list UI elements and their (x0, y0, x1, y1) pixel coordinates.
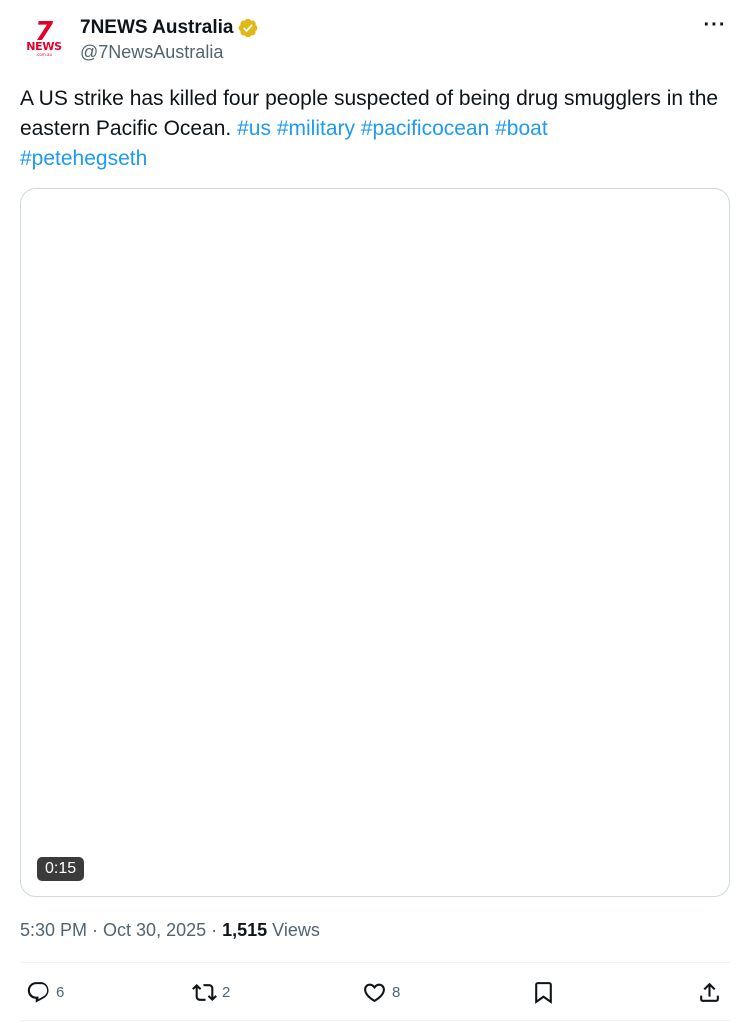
avatar-logo-domain: .com.au (35, 51, 53, 57)
repost-button[interactable]: 2 (192, 968, 230, 1016)
hashtag-military[interactable]: #military (277, 117, 355, 140)
like-count: 8 (392, 983, 401, 1001)
video-duration-badge: 0:15 (37, 857, 85, 881)
like-button[interactable]: 8 (362, 968, 400, 1016)
views-count: 1,515 (222, 919, 268, 940)
repost-count: 2 (222, 983, 231, 1001)
reply-icon (27, 981, 49, 1003)
avatar[interactable]: 7 NEWS .com.au (20, 14, 68, 62)
divider (20, 1020, 730, 1021)
views-label: Views (272, 919, 320, 940)
author-names: 7NEWS Australia @7NewsAustralia (80, 16, 259, 63)
repost-icon (192, 983, 217, 1001)
meta-separator: · (211, 919, 218, 940)
bookmark-button[interactable] (531, 968, 556, 1016)
verified-badge-icon[interactable] (237, 17, 259, 39)
hashtag-petehegseth[interactable]: #petehegseth (20, 147, 147, 170)
hashtag-us[interactable]: #us (237, 117, 271, 140)
hashtag-boat[interactable]: #boat (495, 117, 548, 140)
bookmark-icon (535, 981, 552, 1004)
share-button[interactable] (697, 968, 722, 1016)
reply-button[interactable]: 6 (26, 968, 64, 1016)
action-bar: 6 2 8 (20, 968, 730, 1016)
more-options-icon[interactable]: ··· (700, 15, 730, 40)
divider (20, 962, 730, 963)
author-handle[interactable]: @7NewsAustralia (80, 42, 259, 63)
tweet-header: 7 NEWS .com.au 7NEWS Australia @7NewsAus… (20, 14, 730, 70)
reply-count: 6 (56, 983, 65, 1001)
heart-icon (364, 983, 385, 1002)
meta-separator: · (92, 919, 99, 940)
avatar-logo-seven: 7 (34, 16, 54, 47)
hashtag-pacificocean[interactable]: #pacificocean (361, 117, 489, 140)
tweet-date[interactable]: Oct 30, 2025 (103, 920, 206, 941)
video-player[interactable]: 0:15 (20, 188, 730, 897)
tweet-meta: 5:30 PM · Oct 30, 2025 · 1,515 Views (20, 918, 320, 942)
tweet-text: A US strike has killed four people suspe… (20, 84, 730, 174)
display-name-row: 7NEWS Australia (80, 16, 259, 40)
display-name[interactable]: 7NEWS Australia (80, 17, 233, 39)
avatar-logo-news: NEWS (26, 39, 62, 53)
tweet-time[interactable]: 5:30 PM (20, 920, 87, 941)
share-icon (700, 982, 719, 1002)
